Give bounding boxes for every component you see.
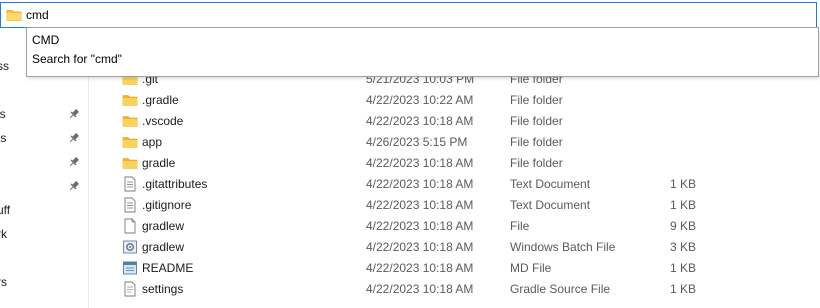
- file-row[interactable]: .gradle 4/22/2023 10:22 AM File folder: [112, 89, 820, 110]
- file-row[interactable]: gradle 4/22/2023 10:18 AM File folder: [112, 152, 820, 173]
- file-type: MD File: [510, 261, 552, 275]
- file-name: app: [142, 135, 163, 149]
- nav-item[interactable]: ts: [0, 128, 88, 148]
- file-name: .gitignore: [142, 198, 192, 212]
- file-date-modified: 4/22/2023 10:18 AM: [366, 282, 474, 296]
- file-size: 1 KB: [669, 198, 696, 212]
- file-date-modified: 4/22/2023 10:18 AM: [366, 261, 474, 275]
- suggestion-label: Search for "cmd": [32, 52, 122, 66]
- file-row[interactable]: .gitignore 4/22/2023 10:18 AM Text Documen…: [112, 194, 820, 215]
- suggestion-item-cmd[interactable]: CMD: [27, 31, 818, 50]
- file-date-modified: 4/22/2023 10:22 AM: [366, 93, 474, 107]
- file-name: settings: [142, 282, 184, 296]
- file-name: README: [142, 261, 194, 275]
- pin-icon[interactable]: [68, 156, 80, 168]
- file-type: Gradle Source File: [510, 282, 611, 296]
- file-size: 1 KB: [669, 177, 696, 191]
- file-type: File: [510, 219, 530, 233]
- file-name: gradlew: [142, 219, 185, 233]
- file-row[interactable]: .vscode 4/22/2023 10:18 AM File folder: [112, 110, 820, 131]
- nav-item[interactable]: uff: [0, 200, 88, 220]
- address-bar[interactable]: [0, 2, 817, 28]
- file-date-modified: 4/22/2023 10:18 AM: [366, 240, 474, 254]
- nav-item[interactable]: rs: [0, 272, 88, 292]
- pin-icon[interactable]: [68, 180, 80, 192]
- file-row[interactable]: gradlew 4/22/2023 10:18 AM Windows Batch F…: [112, 236, 820, 257]
- nav-item[interactable]: [0, 176, 88, 196]
- text-document-icon: [124, 197, 136, 213]
- file-type: Text Document: [510, 198, 591, 212]
- pin-icon[interactable]: [68, 132, 80, 144]
- file-name: gradle: [142, 156, 176, 170]
- nav-item[interactable]: ls: [0, 104, 88, 124]
- file-name: gradlew: [142, 240, 185, 254]
- file-row[interactable]: .gitattributes 4/22/2023 10:18 AM Text Doc…: [112, 173, 820, 194]
- file-size: 3 KB: [669, 240, 696, 254]
- suggestion-label: CMD: [32, 33, 60, 47]
- folder-icon: [122, 116, 138, 127]
- file-row[interactable]: settings 4/22/2023 10:18 AM Gradle Source …: [112, 278, 820, 299]
- folder-icon: [6, 10, 22, 21]
- file-type: File folder: [510, 135, 563, 149]
- file-date-modified: 4/26/2023 5:15 PM: [366, 135, 468, 149]
- file-date-modified: 4/22/2023 10:18 AM: [366, 177, 474, 191]
- file-size: 1 KB: [669, 282, 696, 296]
- file-row[interactable]: README 4/22/2023 10:18 AM MD File 1 KB: [112, 257, 820, 278]
- file-size: 1 KB: [669, 261, 696, 275]
- file-date-modified: 4/22/2023 10:18 AM: [366, 198, 474, 212]
- file-name: .vscode: [142, 114, 184, 128]
- nav-item-label: ss: [0, 59, 9, 73]
- gradle-file-icon: [124, 281, 136, 297]
- batch-file-icon: [123, 240, 137, 254]
- nav-item-label: uff: [0, 203, 11, 217]
- file-date-modified: 4/22/2023 10:18 AM: [366, 114, 474, 128]
- nav-item-label: rk: [0, 227, 7, 241]
- nav-item-label: ts: [0, 131, 7, 145]
- file-type: Text Document: [510, 177, 591, 191]
- folder-icon: [122, 137, 138, 148]
- file-date-modified: 4/22/2023 10:18 AM: [366, 219, 474, 233]
- md-file-icon: [123, 261, 137, 275]
- text-document-icon: [124, 176, 136, 192]
- file-name: .gitattributes: [142, 177, 208, 191]
- address-input[interactable]: [26, 6, 786, 24]
- file-size: 9 KB: [669, 219, 696, 233]
- file-type: File folder: [510, 93, 563, 107]
- file-type: Windows Batch File: [510, 240, 616, 254]
- nav-item[interactable]: [0, 152, 88, 172]
- blank-file-icon: [124, 218, 136, 234]
- nav-item-label: rs: [0, 275, 7, 289]
- file-type: File folder: [510, 114, 563, 128]
- address-autocomplete-dropdown: CMD Search for "cmd": [26, 27, 819, 77]
- suggestion-item-search[interactable]: Search for "cmd": [27, 50, 818, 69]
- file-name: .gradle: [142, 93, 179, 107]
- folder-icon: [122, 95, 138, 106]
- nav-item[interactable]: rk: [0, 224, 88, 244]
- file-date-modified: 4/22/2023 10:18 AM: [366, 156, 474, 170]
- file-type: File folder: [510, 156, 563, 170]
- folder-icon: [122, 158, 138, 169]
- pin-icon[interactable]: [68, 108, 80, 120]
- file-row[interactable]: app 4/26/2023 5:15 PM File folder: [112, 131, 820, 152]
- file-explorer-window: sslstsuffrkrs .git5/21/2023 10:03 PMFile…: [0, 0, 820, 308]
- nav-item-label: ls: [0, 107, 6, 121]
- file-row[interactable]: gradlew 4/22/2023 10:18 AM File 9 KB: [112, 215, 820, 236]
